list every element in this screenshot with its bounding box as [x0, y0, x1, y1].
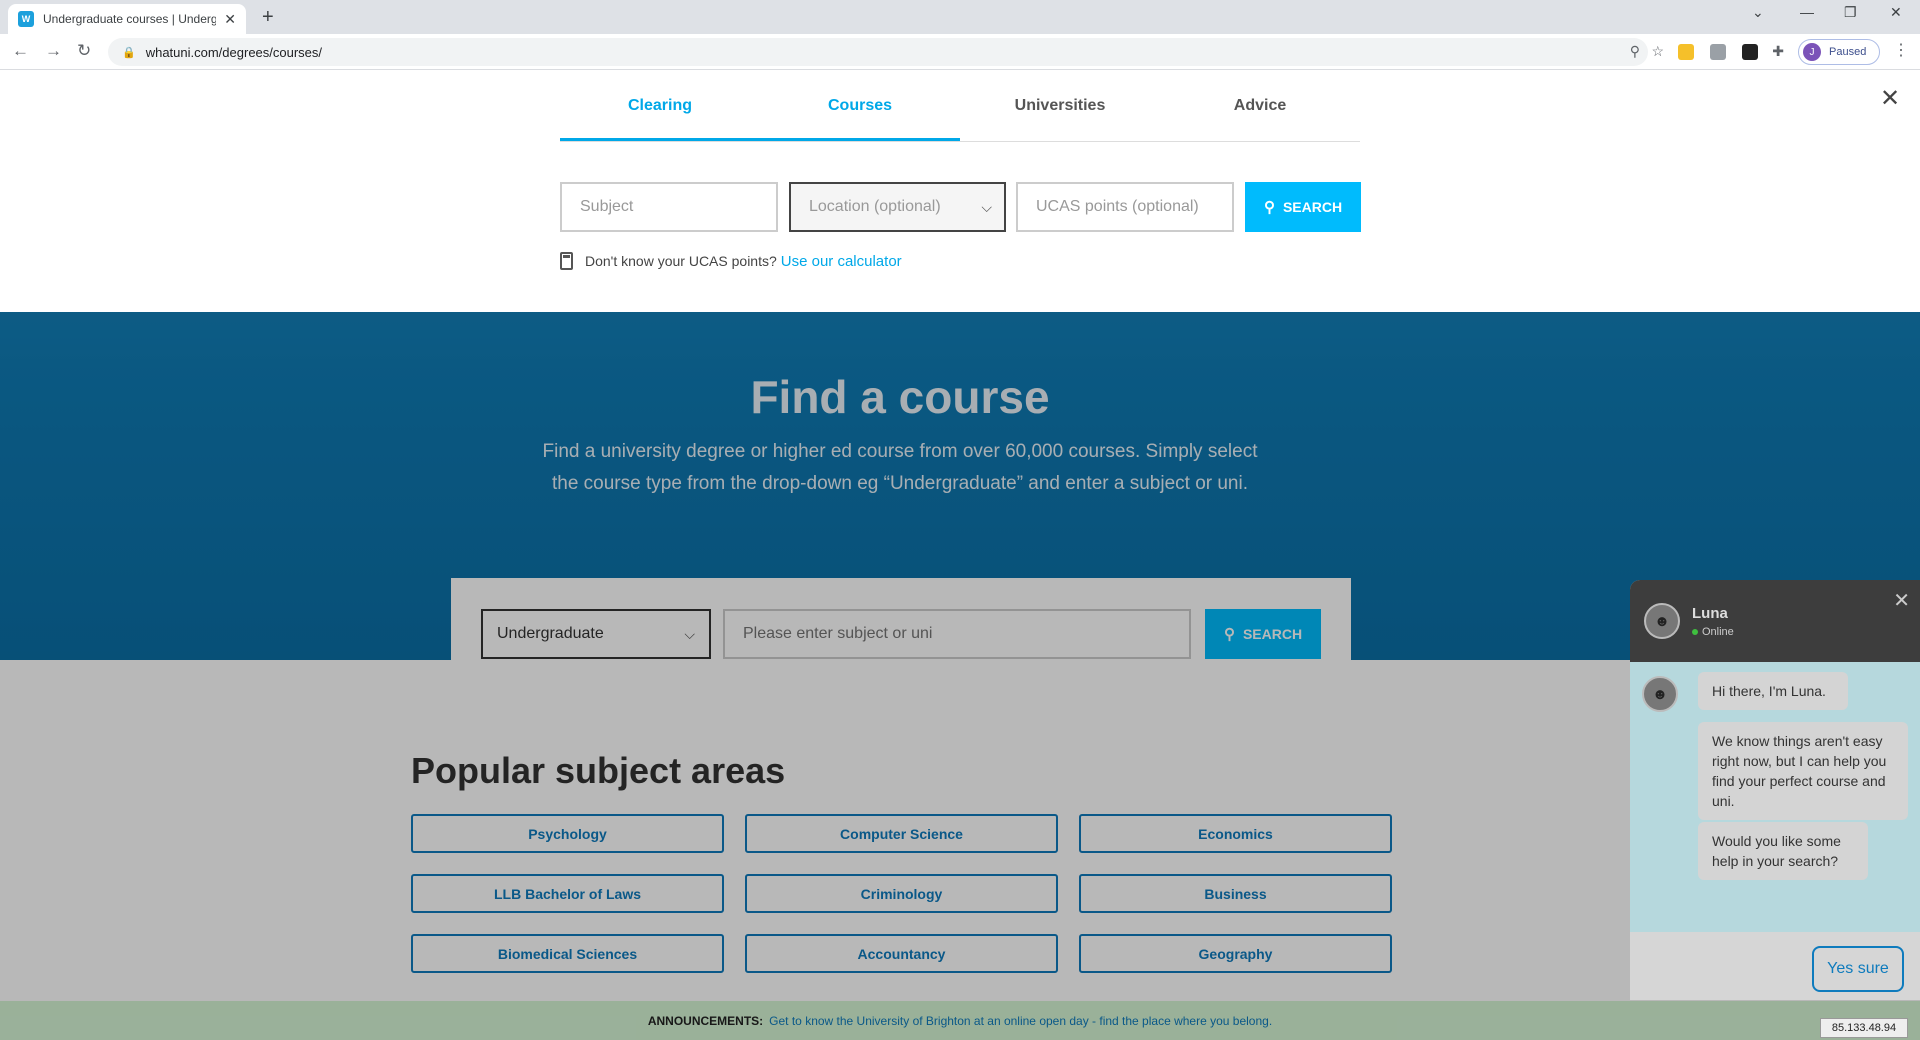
ucas-points-input[interactable]: UCAS points (optional): [1016, 182, 1234, 232]
address-bar[interactable]: 🔒 whatuni.com/degrees/courses/: [108, 38, 1648, 66]
browser-tab-bar: W Undergraduate courses | Underg ✕ + ⌄ —…: [0, 0, 1920, 34]
panel-search-button[interactable]: ⚲ SEARCH: [1245, 182, 1361, 232]
tab-universities[interactable]: Universities: [960, 70, 1160, 142]
chat-status-text: Online: [1702, 625, 1734, 638]
location-icon[interactable]: ⚲: [1630, 43, 1640, 60]
location-select[interactable]: Location (optional) ⌵: [789, 182, 1006, 232]
calculator-icon: [560, 252, 573, 270]
search-icon: ⚲: [1263, 199, 1275, 216]
tab-search-icon[interactable]: ⌄: [1752, 4, 1764, 21]
calculator-link[interactable]: Use our calculator: [781, 253, 902, 270]
chevron-down-icon: ⌵: [981, 198, 992, 215]
chat-close-icon[interactable]: ✕: [1893, 588, 1910, 613]
minimize-icon[interactable]: —: [1800, 4, 1814, 20]
address-url: whatuni.com/degrees/courses/: [145, 44, 323, 60]
restore-icon[interactable]: ❐: [1844, 4, 1857, 21]
panel-search-label: SEARCH: [1282, 199, 1343, 215]
extension-card-icon[interactable]: [1710, 44, 1726, 60]
chat-header: ☻ Luna Online ✕: [1630, 580, 1920, 662]
tab-close-icon[interactable]: ✕: [224, 11, 236, 28]
chat-message: Hi there, I'm Luna.: [1698, 672, 1848, 710]
avatar: J: [1803, 43, 1821, 61]
active-tab-indicator: [560, 138, 960, 141]
chat-message: We know things aren't easy right now, bu…: [1698, 722, 1908, 820]
tab-advice[interactable]: Advice: [1160, 70, 1360, 142]
ip-badge: 85.133.48.94: [1820, 1018, 1908, 1038]
extensions-puzzle-icon[interactable]: ✚: [1772, 43, 1784, 60]
profile-button[interactable]: J Paused: [1798, 39, 1880, 65]
tab-title: Undergraduate courses | Underg: [43, 12, 217, 26]
location-placeholder: Location (optional): [809, 198, 941, 215]
back-icon[interactable]: ←: [12, 41, 29, 61]
browser-toolbar: ← → ↻ 🔒 whatuni.com/degrees/courses/ ⚲ ☆…: [0, 34, 1920, 70]
chat-status: Online: [1692, 626, 1734, 638]
browser-menu-icon[interactable]: ⋮: [1893, 40, 1909, 60]
profile-status: Paused: [1829, 46, 1867, 58]
ucas-placeholder: UCAS points (optional): [1036, 198, 1199, 215]
online-dot-icon: [1692, 628, 1698, 635]
subject-placeholder: Subject: [580, 198, 634, 215]
chat-bot-name: Luna: [1692, 604, 1728, 622]
whatuni-favicon-icon: W: [18, 11, 34, 27]
chat-widget: ☻ Luna Online ✕ ☻ Hi there, I'm Luna. We…: [1630, 580, 1920, 1000]
tab-clearing[interactable]: Clearing: [560, 70, 760, 142]
ucas-calculator-hint: Don't know your UCAS points? Use our cal…: [560, 252, 902, 270]
chat-messages: ☻ Hi there, I'm Luna. We know things are…: [1630, 662, 1920, 932]
chat-message: Would you like some help in your search?: [1698, 822, 1868, 880]
new-tab-icon[interactable]: +: [262, 6, 274, 29]
yes-sure-button[interactable]: Yes sure: [1812, 946, 1904, 992]
calc-text: Don't know your UCAS points?: [585, 253, 777, 269]
bookmark-star-icon[interactable]: ☆: [1651, 43, 1664, 60]
tab-courses[interactable]: Courses: [760, 70, 960, 142]
lock-icon: 🔒: [122, 46, 136, 59]
window-close-icon[interactable]: ✕: [1890, 4, 1902, 21]
chat-footer: Yes sure: [1630, 932, 1920, 1000]
reload-icon[interactable]: ↻: [77, 41, 91, 61]
search-panel: Clearing Courses Universities Advice ✕ S…: [0, 70, 1920, 312]
extension-check-icon[interactable]: [1742, 44, 1758, 60]
extension-chrome-icon[interactable]: [1678, 44, 1694, 60]
bot-avatar-icon: ☻: [1642, 676, 1678, 712]
subject-input[interactable]: Subject: [560, 182, 778, 232]
search-tabs: Clearing Courses Universities Advice: [560, 70, 1360, 142]
browser-tab[interactable]: W Undergraduate courses | Underg ✕: [8, 4, 246, 34]
forward-icon[interactable]: →: [45, 41, 62, 61]
close-icon[interactable]: ✕: [1880, 84, 1900, 113]
bot-avatar-icon: ☻: [1644, 603, 1680, 639]
